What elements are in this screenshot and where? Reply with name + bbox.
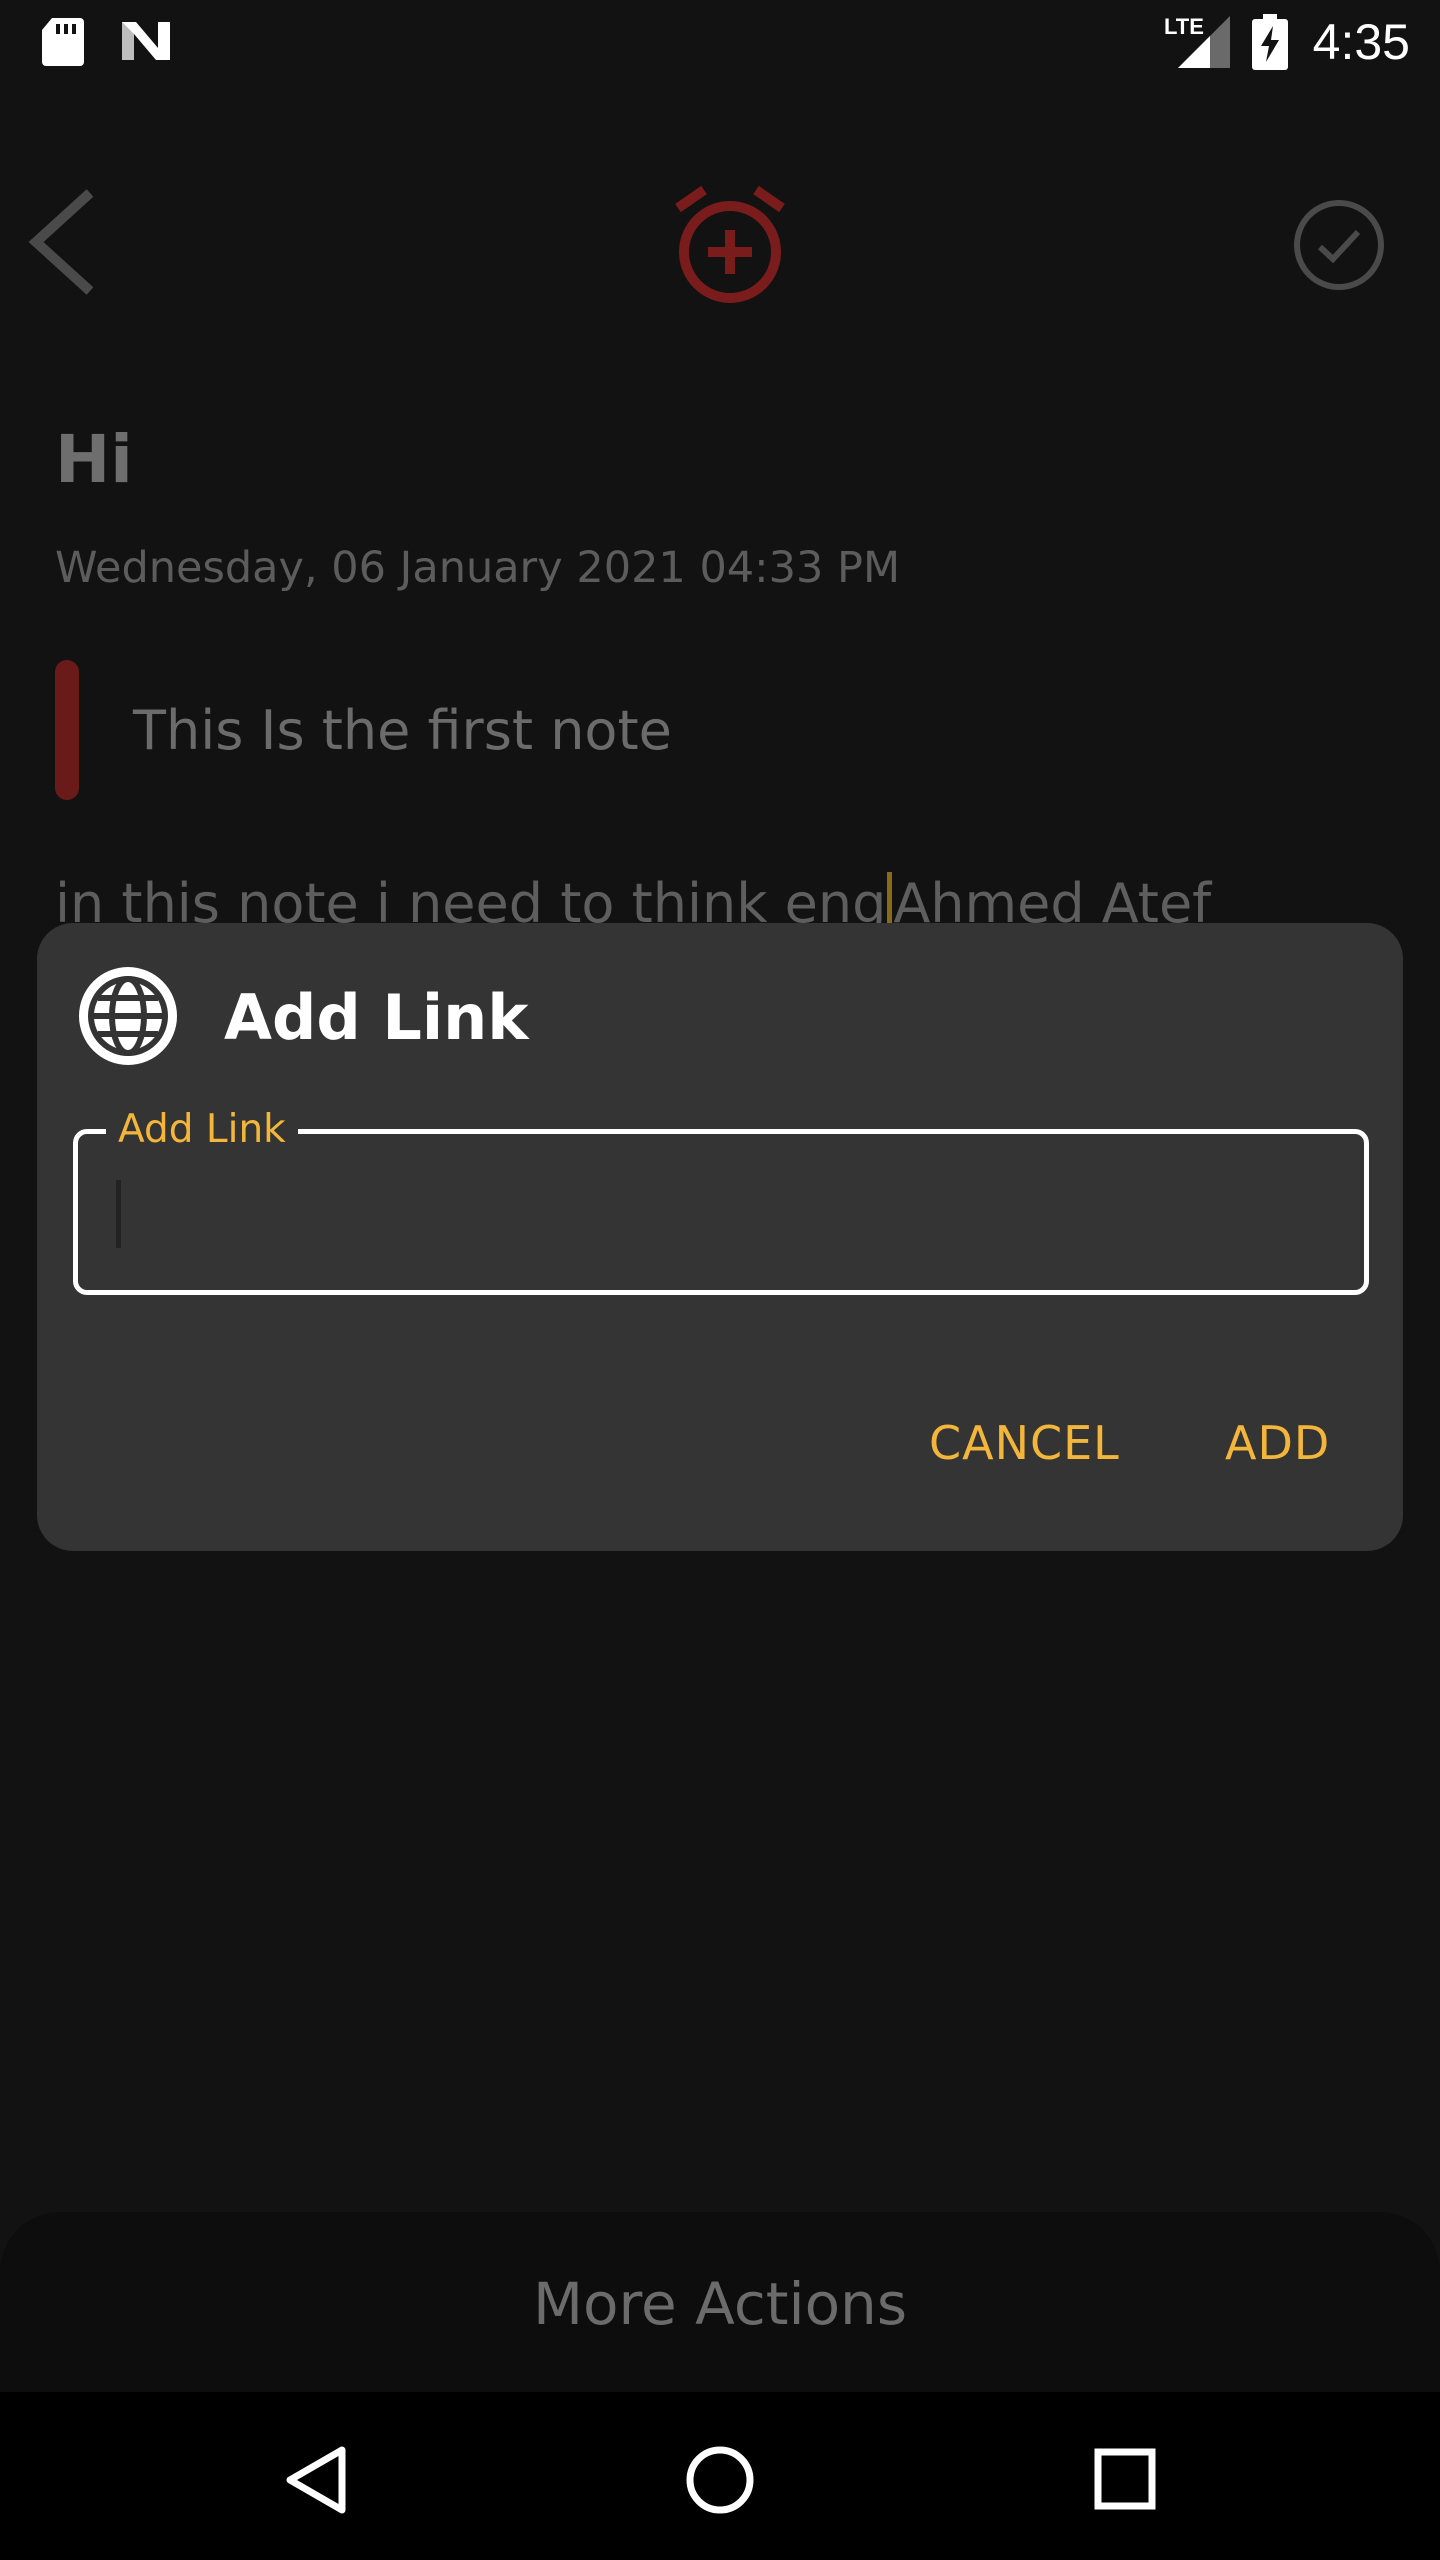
add-link-dialog: Add Link Add Link CANCEL ADD	[37, 923, 1403, 1551]
note-title[interactable]: Hi	[55, 415, 133, 505]
input-caret	[116, 1180, 121, 1248]
more-actions-label: More Actions	[532, 2270, 908, 2338]
recents-square-icon[interactable]	[1092, 2446, 1158, 2512]
text-cursor	[887, 872, 893, 930]
check-circle-icon[interactable]	[1292, 198, 1386, 292]
add-link-field-label: Add Link	[106, 1104, 298, 1156]
battery-charging-icon	[1252, 14, 1288, 70]
signal-icon	[1178, 16, 1230, 68]
sd-card-icon	[42, 18, 84, 66]
add-link-field[interactable]: Add Link	[73, 1104, 1369, 1295]
quote-bar	[55, 660, 79, 800]
back-triangle-icon[interactable]	[280, 2444, 352, 2516]
add-link-input[interactable]	[118, 1174, 1318, 1248]
more-actions-sheet[interactable]: More Actions	[0, 2212, 1440, 2392]
note-date: Wednesday, 06 January 2021 04:33 PM	[55, 543, 901, 593]
globe-icon	[79, 967, 177, 1065]
alarm-add-icon[interactable]	[668, 184, 792, 308]
dialog-title: Add Link	[224, 981, 529, 1054]
screen: LTE 4:35 Hi Wednesday, 06 January 2021 0…	[0, 0, 1440, 2560]
status-time: 4:35	[1312, 14, 1410, 70]
chevron-left-icon[interactable]	[22, 185, 102, 300]
navigation-bar	[0, 2392, 1440, 2560]
cancel-button[interactable]: CANCEL	[929, 1413, 1120, 1473]
n-logo-icon	[122, 22, 170, 60]
note-quote[interactable]: This Is the first note	[133, 695, 672, 767]
add-button[interactable]: ADD	[1225, 1413, 1330, 1473]
home-circle-icon[interactable]	[684, 2444, 756, 2516]
status-bar: LTE 4:35	[0, 0, 1440, 84]
